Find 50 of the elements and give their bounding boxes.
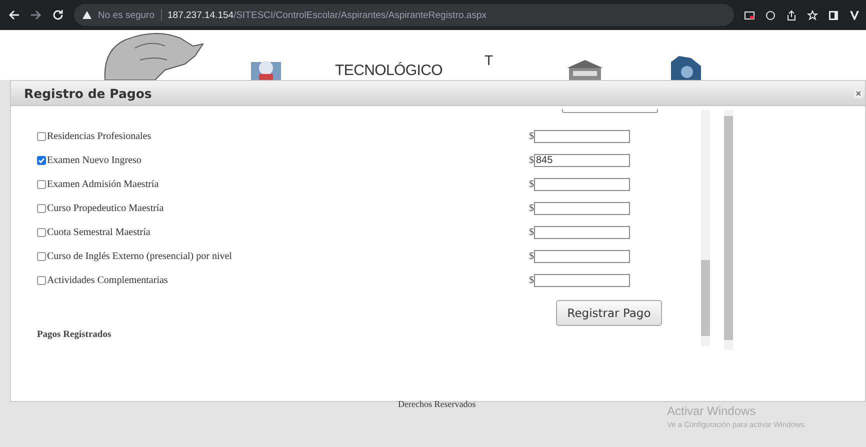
currency-sign: $ — [529, 250, 534, 262]
input-field[interactable] — [562, 109, 658, 113]
amount-field[interactable] — [534, 202, 630, 214]
payment-label: Examen Nuevo Ingreso — [47, 154, 142, 166]
checkbox[interactable] — [37, 252, 46, 260]
amount-field[interactable] — [534, 226, 630, 238]
payment-label: Examen Admisión Maestría — [47, 178, 159, 190]
activation-title: Activar Windows — [667, 404, 757, 418]
payment-label: Curso Propedeutico Maestría — [47, 202, 164, 214]
payment-label: Curso de Inglés Externo (presencial) por nivel — [47, 250, 232, 262]
amount-field[interactable] — [534, 274, 630, 286]
amount-field[interactable] — [534, 130, 630, 142]
dialog-title: Registro de Pagos — [24, 86, 152, 100]
checkbox[interactable] — [37, 228, 46, 236]
share-icon[interactable] — [786, 10, 797, 20]
header-letter: T — [484, 52, 494, 68]
payment-label: Actividades Complementarias — [47, 274, 168, 286]
scrollbar[interactable] — [724, 110, 733, 350]
forward-icon[interactable] — [30, 9, 42, 21]
cast-icon[interactable] — [744, 10, 755, 20]
currency-sign: $ — [529, 178, 534, 190]
url-text: 187.237.14.154/SITESCI/ControlEscolar/Aspirantes/AspiranteRegistro.aspx — [168, 10, 486, 20]
security-label: No es seguro — [98, 10, 155, 20]
section-heading: Pagos Registrados — [37, 330, 112, 340]
payment-label: Residencias Profesionales — [47, 130, 152, 142]
checkbox[interactable] — [37, 132, 46, 140]
amount-field[interactable] — [534, 178, 630, 190]
checkbox[interactable] — [37, 276, 46, 284]
address-bar[interactable]: No es seguro 187.237.14.154/SITESCI/ControlEscolar/Aspirantes/AspiranteRegistro.aspx — [74, 4, 734, 26]
currency-sign: $ — [529, 154, 534, 166]
currency-sign: $ — [529, 202, 534, 214]
register-payment-button[interactable]: Registrar Pago — [556, 300, 662, 326]
amount-field[interactable] — [534, 250, 630, 262]
scrollbar[interactable] — [701, 110, 710, 346]
payment-label: Cuota Semestral Maestría — [47, 226, 150, 238]
warning-icon — [82, 10, 92, 20]
back-icon[interactable] — [8, 9, 20, 21]
currency-sign: $ — [529, 274, 534, 286]
checkbox[interactable] — [37, 156, 46, 164]
close-icon[interactable] — [854, 88, 863, 98]
star-icon[interactable] — [807, 10, 818, 20]
currency-sign: $ — [529, 226, 534, 238]
checkbox[interactable] — [37, 204, 46, 212]
reload-icon[interactable] — [52, 9, 64, 21]
sidebar-icon[interactable] — [828, 10, 839, 20]
checkbox[interactable] — [37, 180, 46, 188]
header-title: TECNOLÓGICO — [335, 62, 443, 79]
currency-sign: $ — [529, 130, 534, 142]
footer-text: Derechos Reservados — [398, 399, 476, 409]
amount-field[interactable]: 845 — [534, 154, 630, 166]
